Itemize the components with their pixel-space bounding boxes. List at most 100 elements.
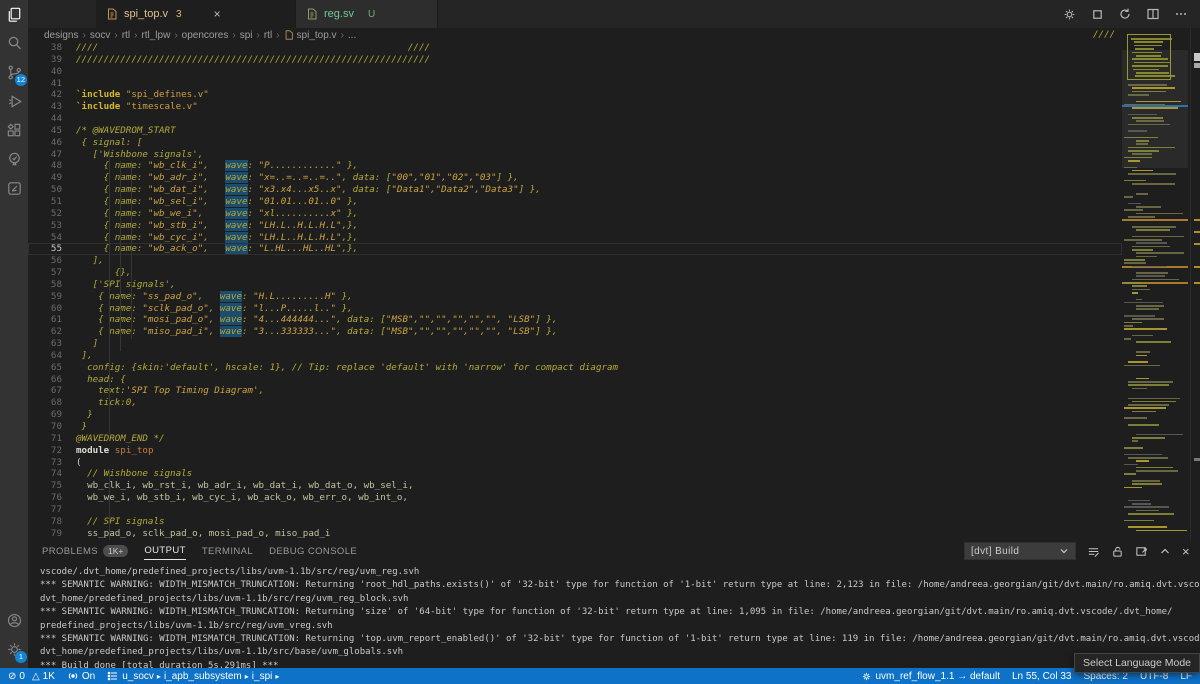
output-channel-select[interactable]: [dvt] Build	[964, 542, 1076, 560]
breadcrumb-label: rtl	[122, 30, 130, 41]
breadcrumb-item[interactable]: rtl	[122, 30, 130, 41]
layout-icon[interactable]	[1091, 8, 1104, 21]
lock-icon[interactable]	[1111, 545, 1124, 558]
line-number[interactable]: 62	[28, 326, 62, 338]
line-number[interactable]: 67	[28, 385, 62, 397]
more-actions-icon[interactable]	[1174, 7, 1188, 21]
line-number[interactable]: 58	[28, 279, 62, 291]
settings-gear-icon[interactable]: 1	[0, 635, 28, 664]
line-number[interactable]: 74	[28, 468, 62, 480]
code-text: head: {	[76, 374, 1122, 386]
line-number[interactable]: 40	[28, 66, 62, 78]
breadcrumb-item[interactable]: ...	[348, 30, 356, 41]
tab-reg-sv[interactable]: reg.sv U	[296, 0, 438, 28]
line-number[interactable]: 57	[28, 267, 62, 279]
line-number[interactable]: 65	[28, 362, 62, 374]
line-number[interactable]: 51	[28, 196, 62, 208]
line-number[interactable]: 47	[28, 149, 62, 161]
code-lines: 38//// ////39///////////////////////////…	[28, 42, 1122, 539]
line-number[interactable]: 73	[28, 457, 62, 469]
cursor-position[interactable]: Ln 55, Col 33	[1012, 671, 1072, 682]
line-number[interactable]: 61	[28, 314, 62, 326]
breadcrumb-item[interactable]: opencores	[182, 30, 229, 41]
minimap-line	[1124, 487, 1142, 489]
code-editor[interactable]: 38//// ////39///////////////////////////…	[28, 42, 1122, 540]
settings-gear-icon[interactable]	[1062, 7, 1077, 22]
line-number[interactable]: 59	[28, 291, 62, 303]
maximize-panel-icon[interactable]	[1159, 545, 1171, 557]
split-editor-icon[interactable]	[1146, 7, 1160, 21]
breadcrumb-item[interactable]: spi	[240, 30, 253, 41]
minimap-line	[1124, 302, 1163, 304]
extensions-icon[interactable]	[0, 116, 28, 145]
close-panel-icon[interactable]: ×	[1182, 544, 1190, 559]
panel-tab-terminal[interactable]: TERMINAL	[202, 543, 253, 560]
minimap-line	[1136, 530, 1187, 532]
line-number[interactable]: 77	[28, 504, 62, 516]
line-number[interactable]: 60	[28, 303, 62, 315]
clear-output-icon[interactable]	[1087, 545, 1100, 558]
breadcrumb-item[interactable]: socv	[90, 30, 111, 41]
source-control-icon[interactable]: 12	[0, 58, 28, 87]
line-number[interactable]: 75	[28, 480, 62, 492]
line-number[interactable]: 64	[28, 350, 62, 362]
line-number[interactable]: 76	[28, 492, 62, 504]
search-icon[interactable]	[0, 29, 28, 58]
power-status[interactable]: On	[67, 670, 95, 682]
overview-ruler[interactable]	[1190, 28, 1200, 540]
line-number[interactable]: 54	[28, 232, 62, 244]
line-number[interactable]: 71	[28, 433, 62, 445]
run-debug-icon[interactable]	[0, 87, 28, 116]
line-number[interactable]: 41	[28, 78, 62, 90]
close-icon[interactable]: ×	[214, 7, 221, 21]
line-number[interactable]: 50	[28, 184, 62, 196]
line-number[interactable]: 70	[28, 421, 62, 433]
line-number[interactable]: 66	[28, 374, 62, 386]
dvt-edit-icon[interactable]	[0, 174, 28, 203]
problems-status[interactable]: ⊘ 0 △ 1K	[8, 671, 55, 682]
line-number[interactable]: 43	[28, 101, 62, 113]
minimap-line	[1136, 256, 1157, 258]
account-icon[interactable]	[0, 606, 28, 635]
minimap[interactable]	[1122, 32, 1188, 538]
breadcrumb-item[interactable]: rtl_lpw	[141, 30, 170, 41]
line-number[interactable]: 48	[28, 160, 62, 172]
dvt-verification-icon[interactable]	[0, 145, 28, 174]
build-config-status[interactable]: uvm_ref_flow_1.1 → default	[861, 671, 1000, 682]
line-number[interactable]: 63	[28, 338, 62, 350]
breadcrumb-separator: ›	[232, 30, 235, 41]
line-number[interactable]: 55	[28, 243, 62, 255]
panel-tab-label: PROBLEMS	[42, 546, 98, 557]
breadcrumb-item[interactable]: rtl	[264, 30, 272, 41]
line-number[interactable]: 39	[28, 54, 62, 66]
code-line: 68 tick:0,	[28, 397, 1122, 409]
line-number[interactable]: 42	[28, 89, 62, 101]
minimap-line	[1124, 259, 1145, 261]
breadcrumb-item[interactable]: spi_top.v	[284, 30, 337, 41]
line-number[interactable]: 56	[28, 255, 62, 267]
line-number[interactable]: 53	[28, 220, 62, 232]
line-number[interactable]: 72	[28, 445, 62, 457]
line-number[interactable]: 68	[28, 397, 62, 409]
sync-icon[interactable]	[1118, 7, 1132, 21]
breadcrumb-item[interactable]: designs	[44, 30, 78, 41]
line-number[interactable]: 52	[28, 208, 62, 220]
tab-spi-top[interactable]: spi_top.v 3 ×	[96, 0, 296, 28]
line-number[interactable]: 79	[28, 528, 62, 540]
panel-tab-output[interactable]: OUTPUT	[144, 542, 185, 560]
code-line: 76 wb_we_i, wb_stb_i, wb_cyc_i, wb_ack_o…	[28, 492, 1122, 504]
line-number[interactable]: 45	[28, 125, 62, 137]
minimap-line	[1134, 45, 1161, 47]
line-number[interactable]: 49	[28, 172, 62, 184]
panel-tab-debug-console[interactable]: DEBUG CONSOLE	[269, 543, 357, 560]
line-number[interactable]: 78	[28, 516, 62, 528]
explorer-icon[interactable]	[0, 0, 28, 29]
line-number[interactable]: 46	[28, 137, 62, 149]
open-in-editor-icon[interactable]	[1135, 545, 1148, 558]
line-number[interactable]: 44	[28, 113, 62, 125]
line-number[interactable]: 69	[28, 409, 62, 421]
panel-tab-problems[interactable]: PROBLEMS1K+	[42, 542, 128, 560]
line-number[interactable]: 38	[28, 42, 62, 54]
broadcast-icon	[67, 670, 79, 682]
design-scope[interactable]: u_socv ▸ i_apb_subsystem ▸ i_spi ▸	[107, 670, 279, 682]
